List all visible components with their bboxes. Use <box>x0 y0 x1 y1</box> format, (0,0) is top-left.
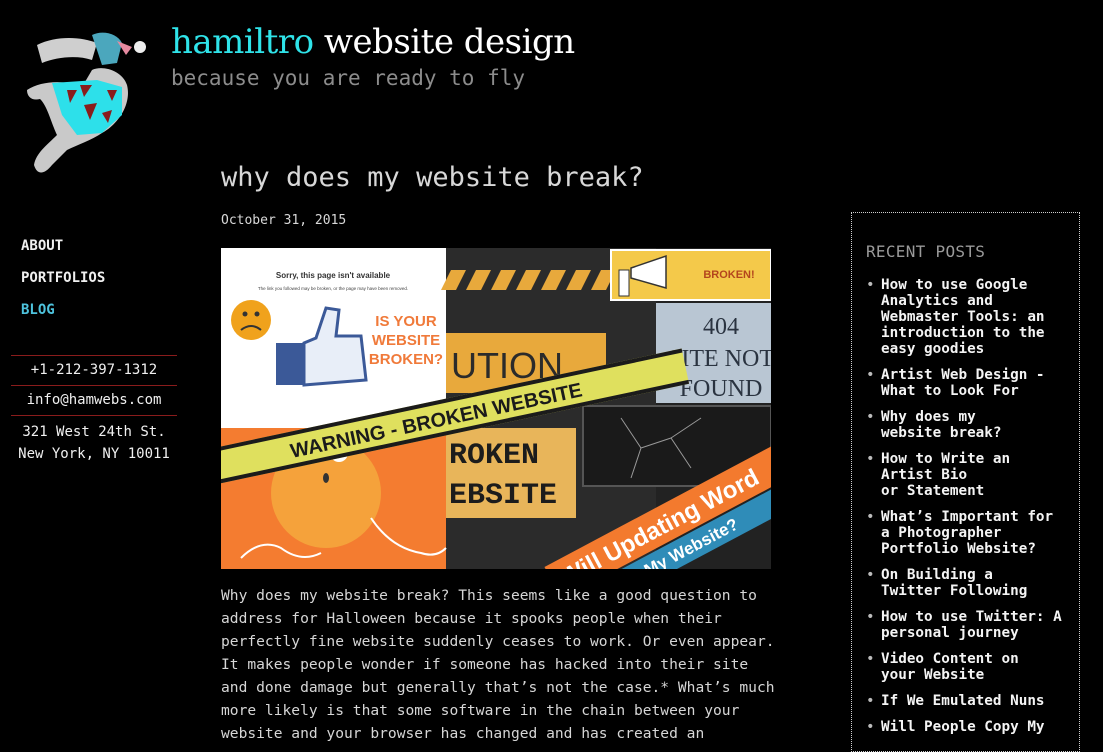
recent-post-item: Will People Copy My <box>866 719 1076 735</box>
site-title-brand: hamiltro <box>171 22 314 62</box>
svg-text:IS YOUR: IS YOUR <box>375 313 437 330</box>
address-line-2: New York, NY 10011 <box>18 446 170 462</box>
recent-post-link[interactable]: Video Content on your Website <box>881 651 1019 683</box>
flying-rabbit-logo-icon <box>27 32 146 173</box>
nav-item-blog[interactable]: BLOG <box>21 300 105 332</box>
recent-post-item: Artist Web Design - What to Look For <box>866 367 1076 399</box>
recent-post-link[interactable]: On Building a Twitter Following <box>881 567 1027 599</box>
svg-text:ROKEN: ROKEN <box>449 439 539 473</box>
recent-post-item: If We Emulated Nuns <box>866 693 1076 709</box>
svg-text:BROKEN!: BROKEN! <box>703 269 754 281</box>
contact-phone[interactable]: +1-212-397-1312 <box>11 356 177 385</box>
recent-posts-heading: RECENT POSTS <box>866 242 986 261</box>
recent-post-link[interactable]: How to use Google Analytics and Webmaste… <box>881 277 1045 357</box>
sorry-text: Sorry, this page isn't available <box>276 271 391 280</box>
nav-item-portfolios[interactable]: PORTFOLIOS <box>21 268 105 300</box>
recent-post-link[interactable]: What’s Important for a Photographer Port… <box>881 509 1053 557</box>
recent-post-link[interactable]: If We Emulated Nuns <box>881 693 1045 709</box>
recent-posts-list: How to use Google Analytics and Webmaste… <box>866 277 1076 745</box>
sorry-subtext: The link you followed may be broken, or … <box>258 286 408 291</box>
site-title-rest: website design <box>313 22 575 62</box>
nav-item-about[interactable]: ABOUT <box>21 236 105 268</box>
site-tagline: because you are ready to fly <box>171 66 526 90</box>
recent-post-item: How to use Twitter: A personal journey <box>866 609 1076 641</box>
site-title[interactable]: hamiltro website design <box>171 20 575 64</box>
svg-text:FOUND: FOUND <box>680 376 763 402</box>
post-body: Why does my website break? This seems li… <box>221 584 781 745</box>
recent-post-item: Video Content on your Website <box>866 651 1076 683</box>
svg-text:404: 404 <box>703 314 739 340</box>
svg-text:BROKEN?: BROKEN? <box>369 351 443 368</box>
recent-posts-widget: RECENT POSTS How to use Google Analytics… <box>851 212 1080 752</box>
svg-text:EBSITE: EBSITE <box>449 479 557 513</box>
svg-text:WEBSITE: WEBSITE <box>372 332 440 349</box>
post-title: why does my website break? <box>221 162 644 193</box>
recent-post-link[interactable]: How to Write an Artist Bio or Statement <box>881 451 1010 499</box>
recent-post-link[interactable]: Artist Web Design - What to Look For <box>881 367 1045 399</box>
recent-post-link[interactable]: Why does my website break? <box>881 409 1002 441</box>
recent-post-link[interactable]: How to use Twitter: A personal journey <box>881 609 1062 641</box>
contact-email[interactable]: info@hamwebs.com <box>11 386 177 415</box>
sad-face-icon <box>231 300 271 340</box>
site-logo[interactable] <box>22 25 162 185</box>
recent-post-item: On Building a Twitter Following <box>866 567 1076 599</box>
post-hero-image: Sorry, this page isn't available The lin… <box>221 248 771 569</box>
contact-address: 321 West 24th St. New York, NY 10011 <box>11 416 177 469</box>
recent-post-item: How to Write an Artist Bio or Statement <box>866 451 1076 499</box>
post-date: October 31, 2015 <box>221 213 347 228</box>
recent-post-link[interactable]: Will People Copy My <box>881 719 1045 735</box>
broken-website-collage: Sorry, this page isn't available The lin… <box>221 248 771 569</box>
address-line-1: 321 West 24th St. <box>22 424 166 440</box>
recent-post-item: How to use Google Analytics and Webmaste… <box>866 277 1076 357</box>
post-paragraph: Why does my website break? This seems li… <box>221 587 775 742</box>
recent-post-item: Why does my website break? <box>866 409 1076 441</box>
recent-post-item: What’s Important for a Photographer Port… <box>866 509 1076 557</box>
main-nav: ABOUT PORTFOLIOS BLOG <box>21 236 105 332</box>
contact-block: +1-212-397-1312 info@hamwebs.com 321 Wes… <box>11 355 177 469</box>
